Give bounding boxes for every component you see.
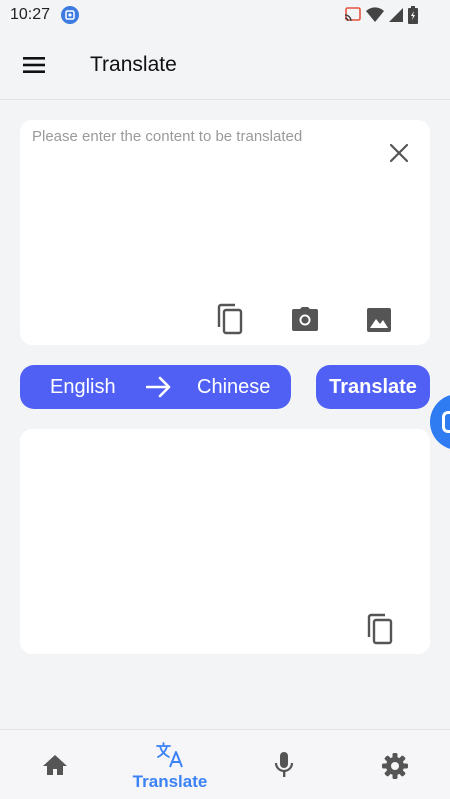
microphone-icon: [274, 751, 294, 784]
battery-icon: [408, 6, 418, 29]
status-time: 10:27: [10, 6, 51, 23]
bottom-navigation: Translate: [0, 729, 450, 799]
arrow-right-icon[interactable]: [145, 375, 172, 399]
nav-item-settings[interactable]: [360, 730, 430, 799]
translate-button[interactable]: Translate: [316, 365, 430, 409]
status-icons: [344, 6, 418, 29]
floating-tab-icon: [442, 411, 450, 433]
nav-item-translate[interactable]: Translate: [125, 730, 215, 799]
image-icon[interactable]: [366, 307, 392, 333]
status-bar: 10:27: [0, 0, 450, 30]
input-card: [20, 120, 430, 345]
copy-icon[interactable]: [366, 613, 394, 645]
language-selector[interactable]: English Chinese: [20, 365, 291, 409]
target-language[interactable]: Chinese: [197, 376, 270, 399]
nav-item-home[interactable]: [20, 730, 90, 799]
hamburger-menu-icon[interactable]: [22, 54, 48, 76]
nav-item-voice[interactable]: [250, 730, 320, 799]
wifi-icon: [366, 7, 384, 28]
signal-icon: [388, 7, 404, 28]
translate-icon: [156, 742, 184, 773]
app-notification-icon: [61, 6, 79, 24]
translate-input[interactable]: [32, 128, 372, 288]
page-title: Translate: [90, 53, 177, 76]
home-icon: [42, 754, 68, 781]
floating-tab[interactable]: [430, 394, 450, 450]
cast-icon: [344, 7, 362, 28]
output-card: [20, 429, 430, 654]
close-icon[interactable]: [388, 142, 410, 164]
copy-icon[interactable]: [216, 303, 244, 335]
nav-label-translate: Translate: [132, 772, 208, 791]
app-bar: Translate: [0, 30, 450, 100]
source-language[interactable]: English: [50, 376, 116, 399]
camera-icon[interactable]: [291, 306, 319, 332]
settings-icon: [381, 752, 409, 785]
